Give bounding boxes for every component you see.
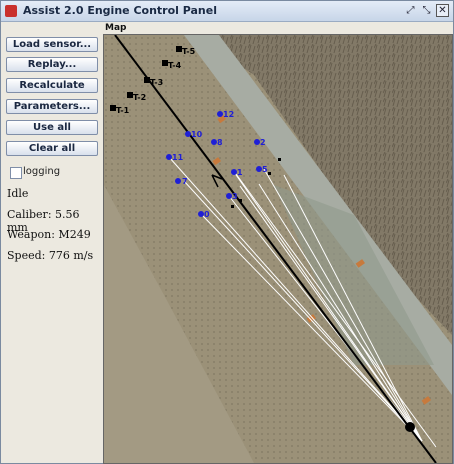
aerial-map: T-1 T-2 T-3 T-4 T-5 0 1 2 3 5 7 8 10 11 … — [104, 35, 452, 463]
load-sensor-button[interactable]: Load sensor... — [6, 37, 98, 52]
sensor-label: 3 — [232, 192, 238, 201]
clear-all-button[interactable]: Clear all — [6, 141, 98, 156]
target-label: T-1 — [116, 106, 130, 115]
target-label: T-4 — [168, 61, 182, 70]
app-window: Assist 2.0 Engine Control Panel ⤢ ⤡ ✕ Lo… — [0, 0, 454, 464]
app-icon — [5, 5, 17, 17]
map-view[interactable]: T-1 T-2 T-3 T-4 T-5 0 1 2 3 5 7 8 10 11 … — [103, 34, 453, 464]
use-all-button[interactable]: Use all — [6, 120, 98, 135]
sensor-marker[interactable] — [175, 178, 181, 184]
reference-point — [268, 172, 271, 175]
map-label: Map — [105, 23, 127, 33]
sensor-label: 5 — [262, 165, 268, 174]
shooter-marker — [405, 422, 415, 432]
target-label: T-2 — [133, 93, 146, 102]
restore-icon[interactable]: ⤢ — [404, 4, 417, 17]
window-title: Assist 2.0 Engine Control Panel — [23, 4, 217, 17]
sensor-label: 11 — [172, 153, 184, 162]
recalculate-button[interactable]: Recalculate — [6, 78, 98, 93]
map-panel: Map T-1 T-2 T-3 T-4 T-5 0 1 2 3 5 7 8 10… — [103, 22, 453, 464]
reference-point — [231, 205, 234, 208]
sensor-label: 10 — [191, 130, 203, 139]
close-icon[interactable]: ✕ — [436, 4, 449, 17]
sensor-label: 12 — [223, 110, 234, 119]
logging-label: logging — [23, 166, 61, 177]
sensor-label: 8 — [217, 138, 223, 147]
status-text: Idle — [7, 187, 29, 200]
reference-point — [278, 158, 281, 161]
weapon-text: Weapon: M249 — [7, 228, 91, 241]
sensor-label: 1 — [237, 168, 243, 177]
sensor-label: 2 — [260, 138, 266, 147]
parameters-button[interactable]: Parameters... — [6, 99, 98, 114]
logging-checkbox[interactable] — [10, 167, 22, 179]
sidebar: Load sensor... Replay... Recalculate Par… — [1, 22, 103, 463]
title-bar: Assist 2.0 Engine Control Panel ⤢ ⤡ ✕ — [1, 1, 453, 22]
maximize-icon[interactable]: ⤡ — [420, 4, 433, 17]
target-label: T-5 — [182, 47, 196, 56]
target-label: T-3 — [150, 78, 163, 87]
reference-point — [239, 199, 242, 202]
sensor-label: 7 — [182, 177, 188, 186]
speed-text: Speed: 776 m/s — [7, 249, 94, 262]
replay-button[interactable]: Replay... — [6, 57, 98, 72]
